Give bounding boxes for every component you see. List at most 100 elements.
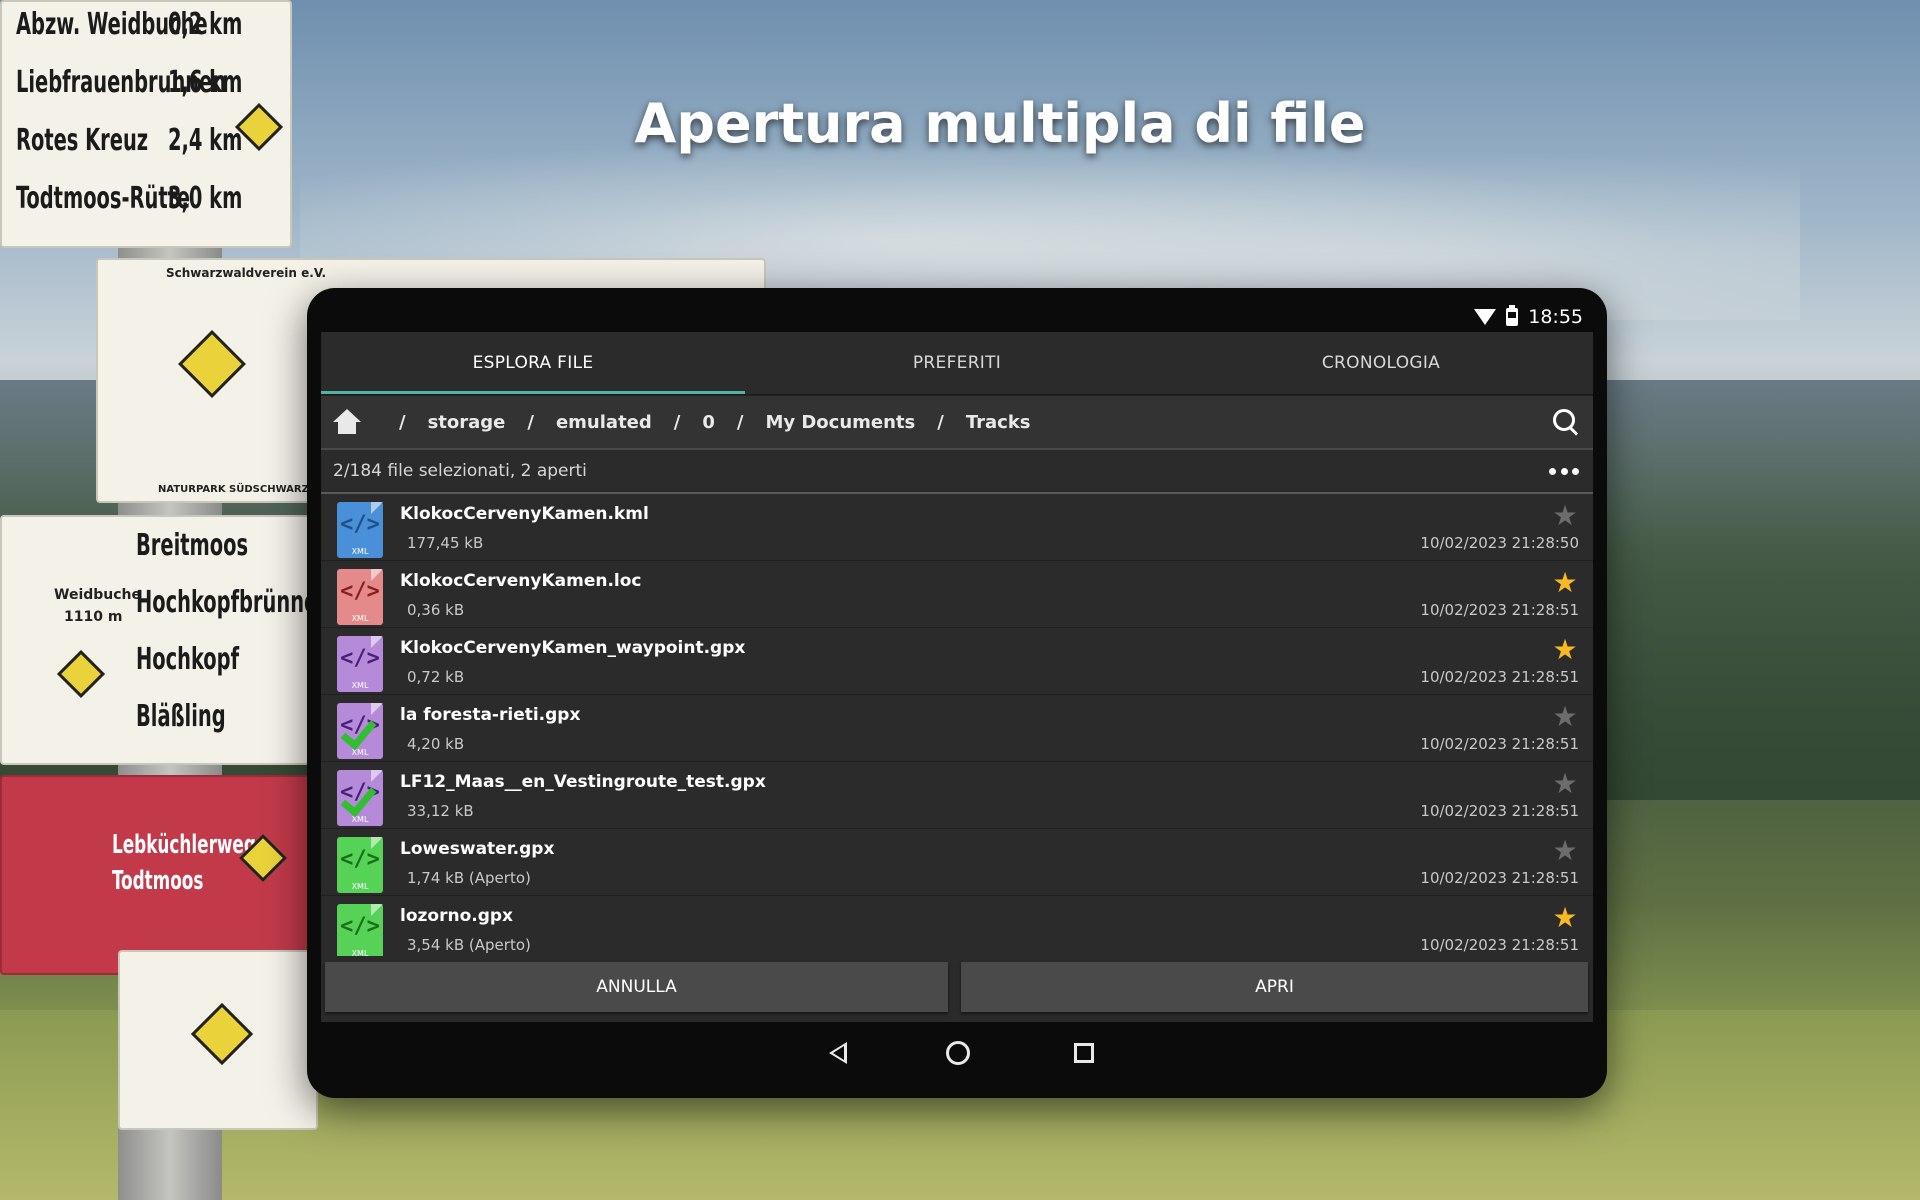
file-date: 10/02/2023 21:28:50 <box>1420 534 1579 552</box>
back-icon[interactable] <box>829 1042 847 1064</box>
file-row[interactable]: </> XML la foresta-rieti.gpx 4,20 kB ★ 10/02/… <box>321 695 1593 762</box>
file-name: Loweswater.gpx <box>400 839 555 859</box>
file-size: 33,12 kB <box>407 802 474 820</box>
code-icon: </> <box>340 914 380 939</box>
breadcrumb-separator: / <box>736 411 744 433</box>
tab-cronologia[interactable]: CRONOLOGIA <box>1169 332 1593 394</box>
favorite-star-icon[interactable]: ★ <box>1551 502 1579 530</box>
file-size: 177,45 kB <box>407 534 484 552</box>
sign3-elevation: 1110 m <box>64 609 123 625</box>
sign4-line: Lebküchlerweg <box>112 830 256 860</box>
file-name: KlokocCervenyKamen.loc <box>400 571 642 591</box>
sign1-distance: 0,2 km <box>168 7 243 42</box>
favorite-star-icon[interactable]: ★ <box>1551 636 1579 664</box>
file-date: 10/02/2023 21:28:51 <box>1420 668 1579 686</box>
code-icon: </> <box>340 579 380 604</box>
sign3-place: Weidbuche <box>54 587 142 603</box>
file-date: 10/02/2023 21:28:51 <box>1420 601 1579 619</box>
headline: Apertura multipla di file <box>0 92 1920 155</box>
recents-icon[interactable] <box>1074 1043 1094 1063</box>
file-row[interactable]: </> XML KlokocCervenyKamen.loc 0,36 kB ★ 10/0… <box>321 561 1593 628</box>
file-row[interactable]: </> XML Loweswater.gpx 1,74 kB (Aperto) ★ 10/… <box>321 829 1593 896</box>
code-icon: </> <box>340 646 380 671</box>
checkmark-icon <box>343 776 379 812</box>
more-options-icon[interactable] <box>1549 468 1579 476</box>
file-name: la foresta-rieti.gpx <box>400 705 581 725</box>
breadcrumb-separator: / <box>937 411 944 433</box>
trail-sign-5 <box>118 950 318 1130</box>
trail-sign-4: Lebküchlerweg Todtmoos <box>0 775 310 975</box>
breadcrumb-separator: / <box>673 411 681 433</box>
xml-label: XML <box>351 547 369 556</box>
sign1-distance: 3,0 km <box>168 181 243 216</box>
wifi-icon <box>1474 309 1497 325</box>
tablet-device: 18:55 ESPLORA FILE PREFERITI CRONOLOGIA … <box>307 288 1607 1098</box>
file-selected-check-icon[interactable]: </> XML <box>337 703 383 759</box>
favorite-star-icon[interactable]: ★ <box>1551 837 1579 865</box>
breadcrumb-separator: / <box>399 411 406 433</box>
cancel-label: ANNULLA <box>596 977 677 997</box>
favorite-star-icon[interactable]: ★ <box>1551 770 1579 798</box>
file-selected-check-icon[interactable]: </> XML <box>337 770 383 826</box>
xml-label: XML <box>351 681 369 690</box>
headline-text: Apertura multipla di file <box>634 92 1366 155</box>
file-row[interactable]: </> XML KlokocCervenyKamen.kml 177,45 kB ★ 10… <box>321 494 1593 561</box>
file-date: 10/02/2023 21:28:51 <box>1420 936 1579 954</box>
file-name: LF12_Maas__en_Vestingroute_test.gpx <box>400 772 766 792</box>
battery-icon <box>1506 305 1519 326</box>
breadcrumb-storage[interactable]: storage <box>428 412 506 433</box>
button-bar: ANNULLA APRI <box>321 956 1593 1022</box>
favorite-star-icon[interactable]: ★ <box>1551 904 1579 932</box>
file-row[interactable]: </> XML LF12_Maas__en_Vestingroute_test.gp… <box>321 762 1593 829</box>
file-row[interactable]: </> XML KlokocCervenyKamen_waypoint.gpx 0,7… <box>321 628 1593 695</box>
tab-label: PREFERITI <box>912 353 1002 373</box>
status-time: 18:55 <box>1528 306 1583 328</box>
favorite-star-icon[interactable]: ★ <box>1551 703 1579 731</box>
checkmark-icon <box>343 709 379 745</box>
tab-label: ESPLORA FILE <box>472 353 594 373</box>
xml-file-icon[interactable]: </> XML <box>337 502 383 558</box>
breadcrumb-separator: / <box>527 411 534 433</box>
search-icon[interactable] <box>1553 409 1579 435</box>
file-date: 10/02/2023 21:28:51 <box>1420 735 1579 753</box>
file-size: 4,20 kB <box>407 735 465 753</box>
xml-file-icon[interactable]: </> XML <box>337 636 383 692</box>
breadcrumb-my-documents[interactable]: My Documents <box>765 412 915 433</box>
home-circle-icon[interactable] <box>946 1041 970 1065</box>
breadcrumb-0[interactable]: 0 <box>702 412 715 433</box>
trail-marker-diamond <box>178 330 246 398</box>
xml-label: XML <box>351 614 369 623</box>
open-label: APRI <box>1255 977 1294 997</box>
tab-bar: ESPLORA FILE PREFERITI CRONOLOGIA <box>321 332 1593 394</box>
file-list: </> XML KlokocCervenyKamen.kml 177,45 kB ★ 10… <box>321 494 1593 956</box>
xml-label: XML <box>351 815 369 824</box>
app-screen: ESPLORA FILE PREFERITI CRONOLOGIA / stor… <box>321 332 1593 1022</box>
file-size: 0,36 kB <box>407 601 465 619</box>
home-icon[interactable] <box>333 409 361 435</box>
xml-file-icon[interactable]: </> XML <box>337 837 383 893</box>
open-button[interactable]: APRI <box>961 962 1588 1012</box>
breadcrumb-tracks[interactable]: Tracks <box>966 412 1031 433</box>
tab-preferiti[interactable]: PREFERITI <box>745 332 1169 394</box>
xml-label: XML <box>351 949 369 956</box>
trail-marker-diamond <box>56 649 106 699</box>
xml-file-icon[interactable]: </> XML <box>337 569 383 625</box>
breadcrumb-emulated[interactable]: emulated <box>556 412 652 433</box>
cancel-button[interactable]: ANNULLA <box>325 962 948 1012</box>
file-date: 10/02/2023 21:28:51 <box>1420 869 1579 887</box>
file-name: lozorno.gpx <box>400 906 514 926</box>
tab-esplora-file[interactable]: ESPLORA FILE <box>321 332 745 394</box>
file-row[interactable]: </> XML lozorno.gpx 3,54 kB (Aperto) ★ 10/02/… <box>321 896 1593 956</box>
tab-label: CRONOLOGIA <box>1321 353 1441 373</box>
code-icon: </> <box>340 847 380 872</box>
android-nav-bar <box>321 1022 1593 1086</box>
favorite-star-icon[interactable]: ★ <box>1551 569 1579 597</box>
file-name: KlokocCervenyKamen_waypoint.gpx <box>400 638 746 658</box>
status-bar: 18:55 <box>321 298 1593 330</box>
xml-file-icon[interactable]: </> XML <box>337 904 383 956</box>
code-icon: </> <box>340 512 380 537</box>
sign4-line: Todtmoos <box>112 866 204 896</box>
selection-bar: 2/184 file selezionati, 2 aperti <box>321 450 1593 492</box>
trail-marker-diamond <box>190 1002 254 1066</box>
breadcrumb: / storage / emulated / 0 / My Documents … <box>321 396 1593 448</box>
